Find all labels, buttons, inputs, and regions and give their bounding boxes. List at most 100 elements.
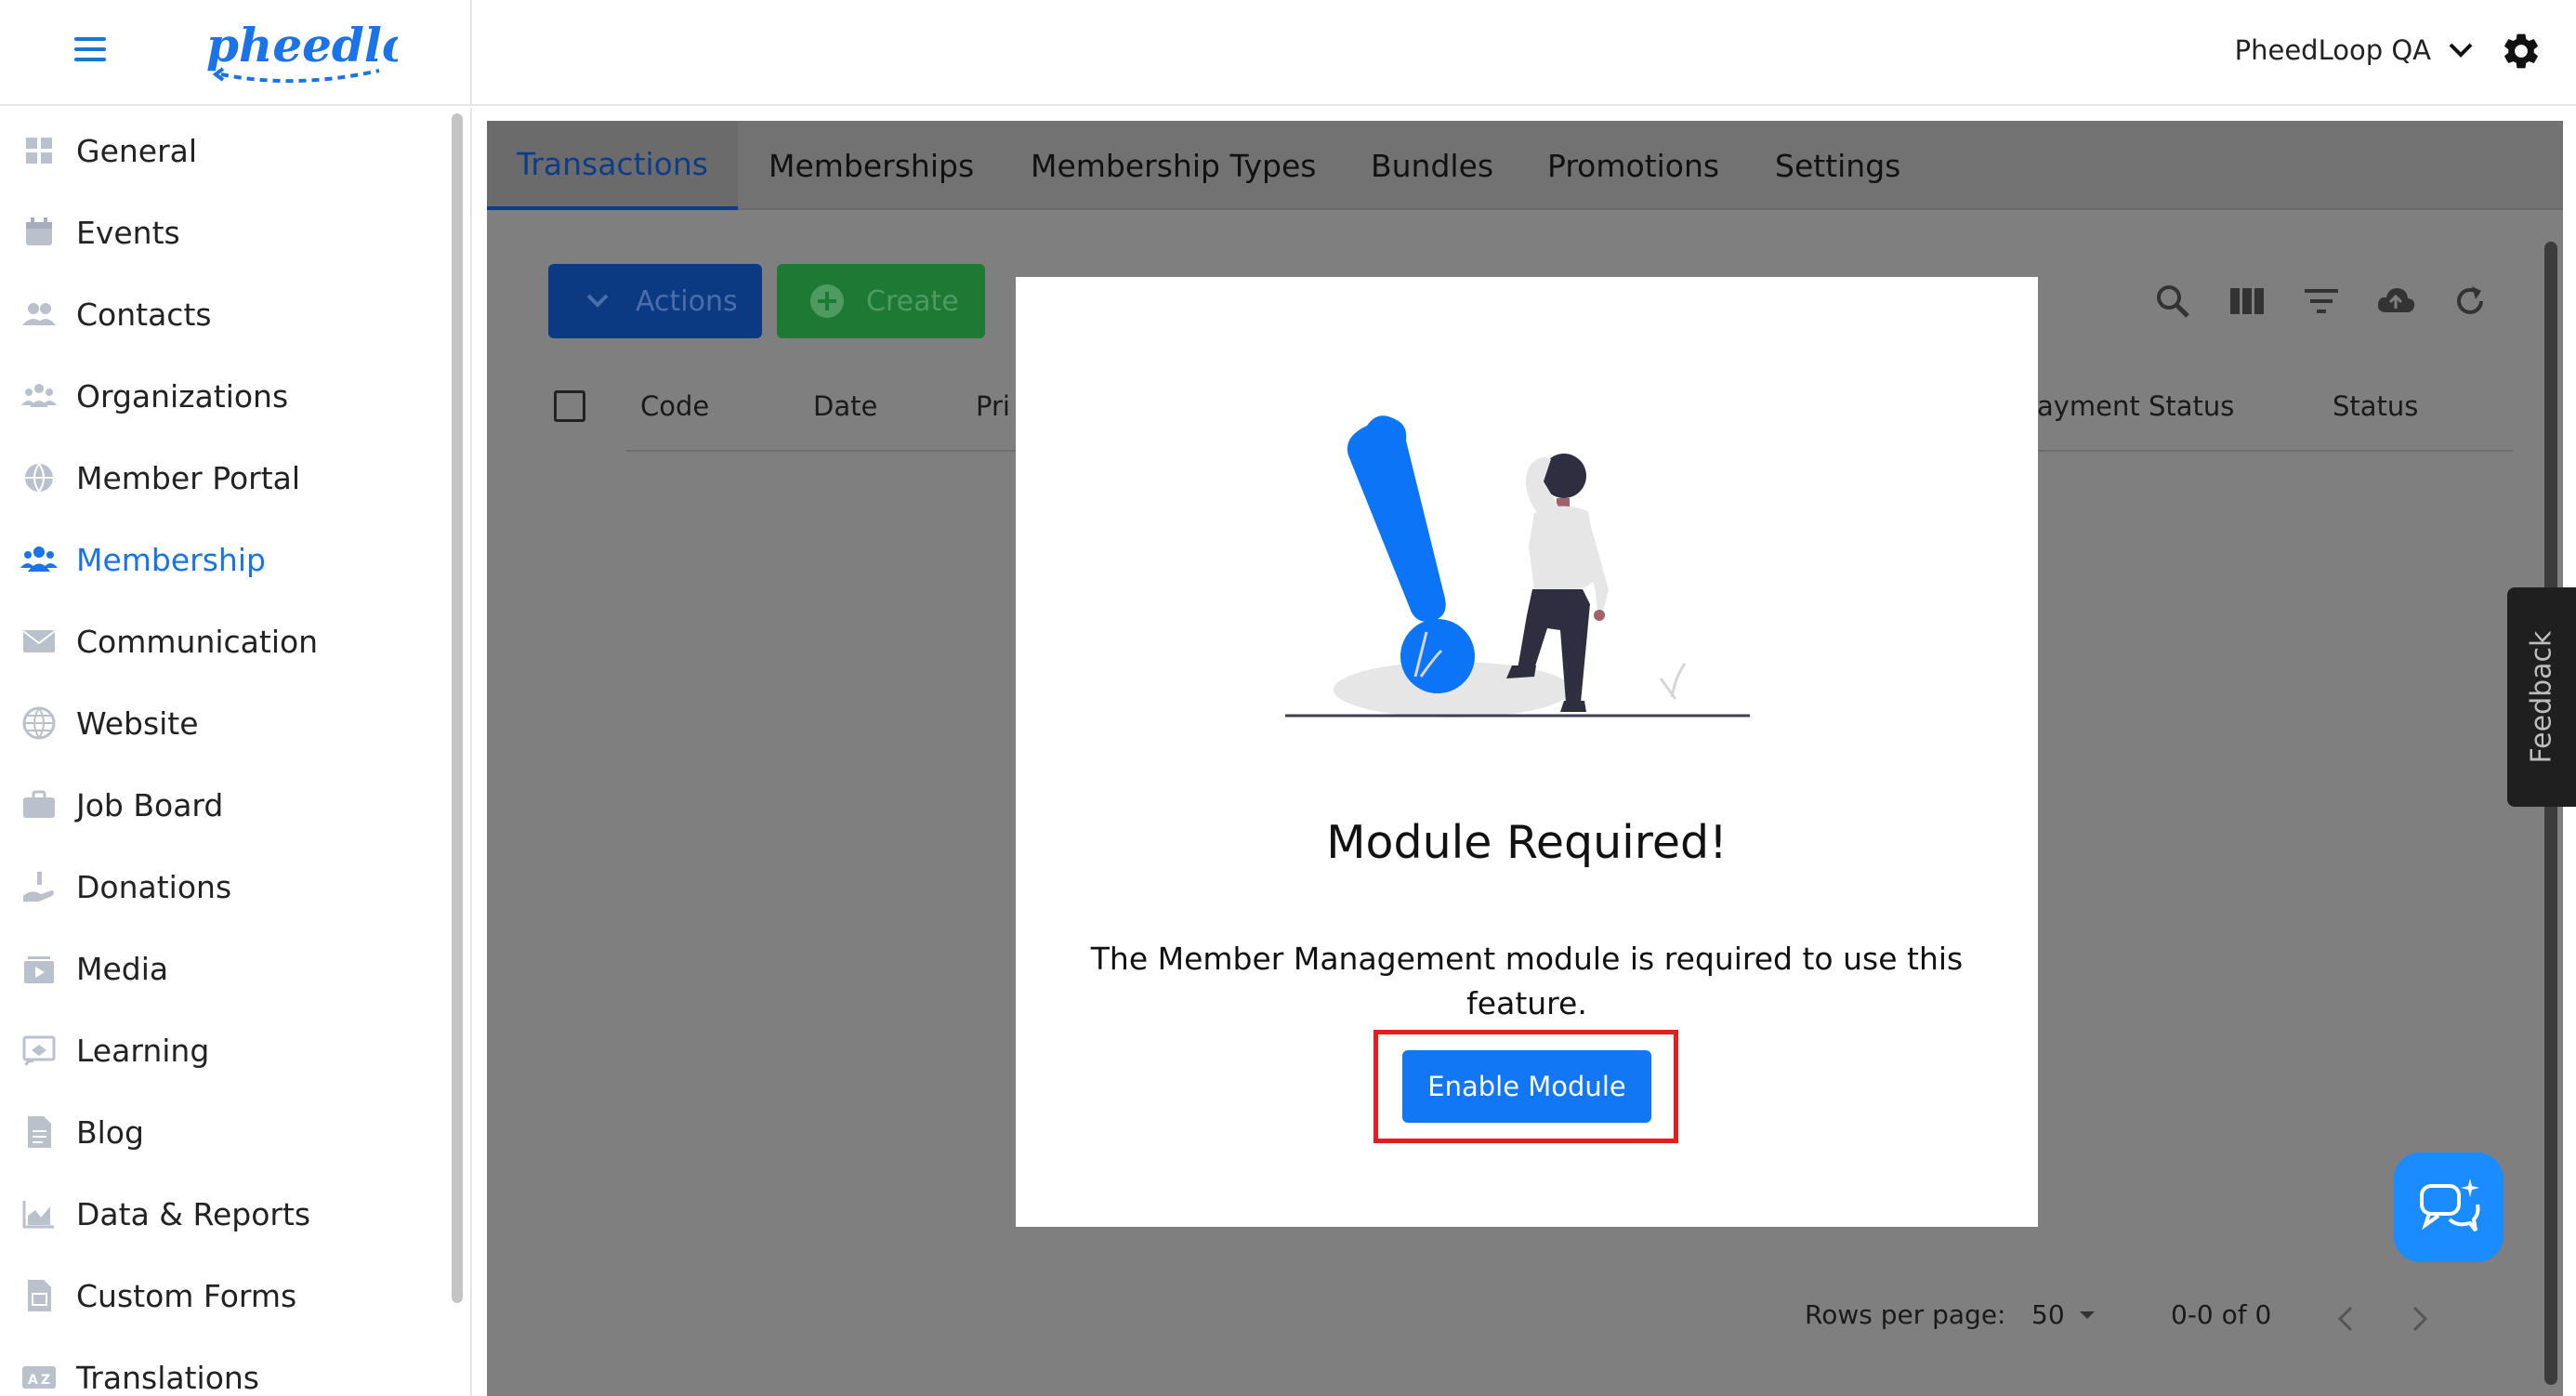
media-library-icon [24,956,54,983]
top-bar-brand-area: pheedloop [0,0,477,106]
settings-gear-icon[interactable] [2500,30,2543,72]
sidebar-item-label: Organizations [76,377,289,415]
top-bar: pheedloop PheedLoop QA [0,0,2576,106]
actions-button[interactable]: Actions [548,264,762,338]
tab-bundles[interactable]: Bundles [1371,121,1493,210]
previous-page-icon[interactable] [2334,1305,2357,1333]
membership-people-icon [20,547,58,572]
globe-icon [22,706,56,740]
rows-per-page-value: 50 [2031,1299,2065,1330]
sidebar-item-data-reports[interactable]: Data & Reports [0,1173,437,1255]
tab-membership-types[interactable]: Membership Types [1031,121,1316,210]
briefcase-icon [23,790,55,818]
sidebar-item-donations[interactable]: Donations [0,846,437,928]
pagination-range: 0-0 of 0 [2171,1299,2272,1330]
organizations-group-icon [21,384,57,407]
translate-icon: AZ [22,1366,56,1389]
sidebar-item-label: Data & Reports [76,1195,311,1232]
sidebar: General Events Contacts Organizations Me… [0,108,472,1396]
module-required-dialog: Module Required! The Member Management m… [1016,277,2038,1227]
cloud-upload-icon[interactable] [2375,281,2416,322]
account-switcher[interactable]: PheedLoop QA [2235,30,2474,71]
chevron-down-icon [2449,43,2473,58]
pheedloop-logo[interactable]: pheedloop [203,17,477,91]
sidebar-item-blog[interactable]: Blog [0,1091,437,1173]
sidebar-item-label: Events [76,214,180,251]
sidebar-item-label: Translations [76,1359,260,1396]
tab-bar: Transactions Memberships Membership Type… [487,121,2563,210]
actions-button-label: Actions [636,284,738,318]
calendar-icon [26,217,52,245]
sidebar-item-label: Custom Forms [76,1277,297,1314]
svg-text:A: A [28,1373,38,1388]
chat-launcher-button[interactable] [2394,1152,2504,1262]
form-document-icon [28,1280,51,1311]
sidebar-scrollbar[interactable] [452,113,463,1303]
sidebar-item-organizations[interactable]: Organizations [0,355,437,437]
donation-hand-icon [23,872,54,902]
column-header-status[interactable]: Status [2333,390,2418,422]
tab-promotions[interactable]: Promotions [1547,121,1719,210]
search-icon[interactable] [2152,281,2193,322]
main-scrollbar[interactable] [2544,242,2557,1385]
enable-module-button[interactable]: Enable Module [1402,1050,1651,1123]
sidebar-item-label: Communication [76,623,319,660]
tab-settings[interactable]: Settings [1775,121,1900,210]
account-name: PheedLoop QA [2234,34,2431,66]
sidebar-item-events[interactable]: Events [0,191,437,273]
column-header-price[interactable]: Pri [976,390,1010,422]
column-header-payment-status[interactable]: ayment Status [2037,390,2234,422]
refresh-icon[interactable] [2450,281,2491,322]
rows-per-page-select[interactable]: 50 [2031,1299,2096,1330]
next-page-icon[interactable] [2409,1305,2431,1333]
sidebar-item-website[interactable]: Website [0,682,437,764]
hamburger-menu-icon[interactable] [74,37,106,63]
sidebar-item-membership[interactable]: Membership [0,519,437,600]
feedback-label: Feedback [2525,630,2558,764]
envelope-icon [22,630,56,652]
sidebar-item-label: Membership [76,541,266,578]
svg-text:pheedloop: pheedloop [206,18,398,72]
sidebar-item-learning[interactable]: Learning [0,1009,437,1091]
chevron-down-icon [586,294,609,308]
sidebar-item-label: General [76,132,198,169]
rows-per-page-label: Rows per page: [1805,1299,2006,1330]
sidebar-item-contacts[interactable]: Contacts [0,273,437,355]
area-chart-icon [22,1201,54,1229]
tab-transactions[interactable]: Transactions [487,121,738,210]
sidebar-item-label: Donations [76,868,232,905]
sidebar-item-member-portal[interactable]: Member Portal [0,437,437,519]
plus-circle-icon [810,284,844,318]
svg-text:Z: Z [41,1373,50,1388]
globe-portal-icon [25,463,53,493]
create-button[interactable]: Create [777,264,985,338]
document-icon [28,1116,51,1148]
sidebar-item-translations[interactable]: AZ Translations [0,1337,437,1396]
sidebar-item-general[interactable]: General [0,110,437,191]
filter-icon[interactable] [2301,281,2342,322]
sidebar-item-job-board[interactable]: Job Board [0,764,437,846]
learning-screen-icon [22,1035,56,1066]
tab-memberships[interactable]: Memberships [769,121,974,210]
select-all-checkbox[interactable] [554,390,585,422]
caret-down-icon [2079,1310,2095,1319]
dashboard-grid-icon [26,138,52,164]
sidebar-item-communication[interactable]: Communication [0,600,437,682]
feedback-tab[interactable]: Feedback [2507,587,2576,807]
create-button-label: Create [866,284,959,318]
sidebar-item-label: Website [76,705,199,742]
dialog-title: Module Required! [1326,816,1728,869]
warning-illustration [1285,415,1750,718]
column-header-code[interactable]: Code [640,390,709,422]
chat-bubbles-icon [2420,1179,2480,1232]
contacts-people-icon [22,303,56,325]
sidebar-item-label: Job Board [76,786,224,823]
sidebar-item-media[interactable]: Media [0,928,437,1009]
sidebar-item-label: Contacts [76,296,212,333]
sidebar-item-label: Blog [76,1113,144,1151]
columns-icon[interactable] [2227,281,2267,322]
dialog-message: The Member Management module is required… [1090,941,1964,1021]
sidebar-item-label: Member Portal [76,459,301,496]
sidebar-item-custom-forms[interactable]: Custom Forms [0,1255,437,1337]
column-header-date[interactable]: Date [813,390,877,422]
